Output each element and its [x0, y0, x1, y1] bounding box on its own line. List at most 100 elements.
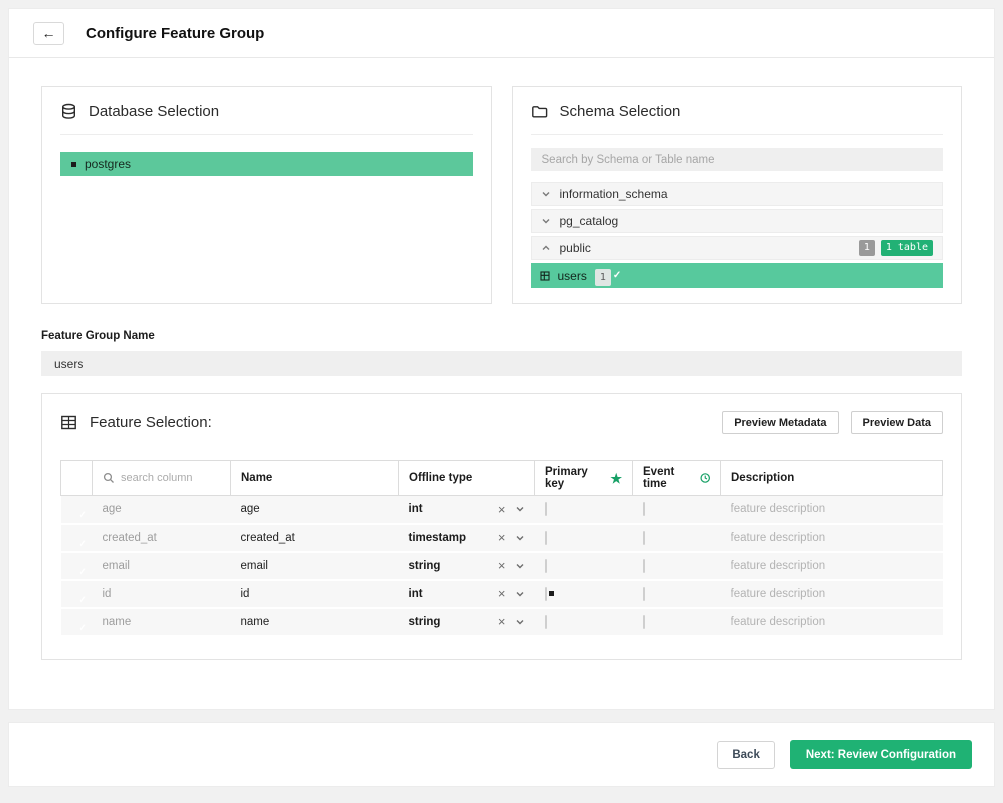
- row-offline-type: string: [409, 616, 441, 628]
- schema-search-input[interactable]: [531, 148, 944, 171]
- table-icon: [60, 414, 77, 431]
- event-time-checkbox[interactable]: [643, 531, 645, 545]
- table-count-badge: 1: [595, 269, 611, 286]
- description-input[interactable]: [731, 616, 933, 628]
- database-item-label: postgres: [85, 157, 131, 171]
- feature-group-name-label: Feature Group Name: [41, 330, 962, 342]
- back-arrow-icon: ←: [42, 25, 56, 41]
- chevron-down-icon: [541, 189, 551, 199]
- feature-row-age: age age int ×: [61, 496, 943, 524]
- feature-table-header-row: Name Offline type Primary key ★ Event ti…: [61, 461, 943, 496]
- clock-icon: [700, 472, 710, 484]
- clear-type-icon[interactable]: ×: [498, 615, 506, 628]
- column-header-description: Description: [721, 461, 943, 496]
- page-title: Configure Feature Group: [86, 25, 264, 42]
- schema-item-information-schema[interactable]: information_schema: [531, 182, 944, 206]
- feature-row-created-at: created_at created_at timestamp ×: [61, 524, 943, 552]
- primary-key-checkbox[interactable]: [545, 587, 547, 601]
- feature-table: Name Offline type Primary key ★ Event ti…: [60, 460, 943, 637]
- column-header-event-time: Event time: [643, 466, 694, 490]
- feature-row-id: id id int ×: [61, 580, 943, 608]
- schema-table-count-badge: 1 table: [881, 240, 933, 256]
- description-input[interactable]: [731, 560, 933, 572]
- schema-panel-header: Schema Selection: [531, 103, 944, 135]
- type-dropdown-chevron-icon[interactable]: [515, 617, 525, 627]
- row-feature-name: email: [231, 552, 399, 580]
- next-review-configuration-button[interactable]: Next: Review Configuration: [790, 740, 972, 769]
- clear-type-icon[interactable]: ×: [498, 559, 506, 572]
- row-column-name: name: [93, 608, 231, 636]
- column-header-primary-key: Primary key: [545, 466, 604, 490]
- star-icon: ★: [610, 472, 622, 485]
- feature-group-name-input[interactable]: [41, 351, 962, 376]
- primary-key-checkbox[interactable]: [545, 559, 547, 573]
- primary-key-checkbox[interactable]: [545, 531, 547, 545]
- page-header: ← Configure Feature Group: [9, 9, 994, 58]
- feature-selection-panel: Feature Selection: Preview Metadata Prev…: [41, 393, 962, 660]
- feature-row-email: email email string ×: [61, 552, 943, 580]
- chevron-down-icon: [541, 216, 551, 226]
- column-header-offline-type: Offline type: [399, 461, 535, 496]
- schema-item-label: public: [560, 241, 591, 255]
- preview-metadata-button[interactable]: Preview Metadata: [722, 411, 838, 434]
- page-content: Database Selection postgres Schema Selec…: [9, 58, 994, 660]
- back-arrow-button[interactable]: ←: [33, 22, 64, 45]
- database-bullet-icon: [71, 162, 76, 167]
- preview-data-button[interactable]: Preview Data: [851, 411, 943, 434]
- clear-type-icon[interactable]: ×: [498, 531, 506, 544]
- search-icon: [103, 472, 115, 484]
- row-feature-name: id: [231, 580, 399, 608]
- type-dropdown-chevron-icon[interactable]: [515, 533, 525, 543]
- primary-key-checkbox[interactable]: [545, 502, 547, 516]
- column-search-input[interactable]: [121, 472, 211, 484]
- table-grid-icon: [540, 271, 550, 281]
- schema-count-badge: 1: [859, 240, 875, 256]
- row-offline-type: string: [409, 560, 441, 572]
- row-column-name: id: [93, 580, 231, 608]
- clear-type-icon[interactable]: ×: [498, 587, 506, 600]
- description-input[interactable]: [731, 503, 933, 515]
- chevron-up-icon: [541, 243, 551, 253]
- row-feature-name: name: [231, 608, 399, 636]
- row-feature-name: created_at: [231, 524, 399, 552]
- feature-selection-header: Feature Selection: Preview Metadata Prev…: [60, 411, 943, 434]
- schema-item-label: pg_catalog: [560, 214, 619, 228]
- primary-key-checkbox[interactable]: [545, 615, 547, 629]
- type-dropdown-chevron-icon[interactable]: [515, 561, 525, 571]
- event-time-checkbox[interactable]: [643, 615, 645, 629]
- database-panel-header: Database Selection: [60, 103, 473, 135]
- row-offline-type: int: [409, 503, 423, 515]
- event-time-checkbox[interactable]: [643, 587, 645, 601]
- schema-item-public[interactable]: public 1 1 table: [531, 236, 944, 260]
- table-item-users[interactable]: users 1: [531, 263, 944, 288]
- type-dropdown-chevron-icon[interactable]: [515, 589, 525, 599]
- folder-icon: [531, 103, 548, 120]
- schema-item-label: information_schema: [560, 187, 668, 201]
- configure-feature-group-card: ← Configure Feature Group Database Selec…: [8, 8, 995, 710]
- database-item-postgres[interactable]: postgres: [60, 152, 473, 176]
- database-selection-panel: Database Selection postgres: [41, 86, 492, 304]
- table-item-label: users: [558, 269, 587, 283]
- description-input[interactable]: [731, 532, 933, 544]
- row-column-name: age: [93, 496, 231, 524]
- description-input[interactable]: [731, 588, 933, 600]
- feature-row-name: name name string ×: [61, 608, 943, 636]
- database-panel-title: Database Selection: [89, 103, 219, 120]
- schema-selection-panel: Schema Selection information_schema: [512, 86, 963, 304]
- schema-item-pg-catalog[interactable]: pg_catalog: [531, 209, 944, 233]
- back-button[interactable]: Back: [717, 741, 775, 769]
- type-dropdown-chevron-icon[interactable]: [515, 504, 525, 514]
- row-column-name: created_at: [93, 524, 231, 552]
- footer-action-bar: Back Next: Review Configuration: [8, 722, 995, 787]
- row-offline-type: int: [409, 588, 423, 600]
- row-column-name: email: [93, 552, 231, 580]
- schema-panel-title: Schema Selection: [560, 103, 681, 120]
- feature-selection-title: Feature Selection:: [90, 414, 212, 431]
- clear-type-icon[interactable]: ×: [498, 503, 506, 516]
- schema-list: information_schema pg_catalog public: [531, 182, 944, 288]
- row-offline-type: timestamp: [409, 532, 467, 544]
- event-time-checkbox[interactable]: [643, 559, 645, 573]
- row-feature-name: age: [231, 496, 399, 524]
- database-icon: [60, 103, 77, 120]
- event-time-checkbox[interactable]: [643, 502, 645, 516]
